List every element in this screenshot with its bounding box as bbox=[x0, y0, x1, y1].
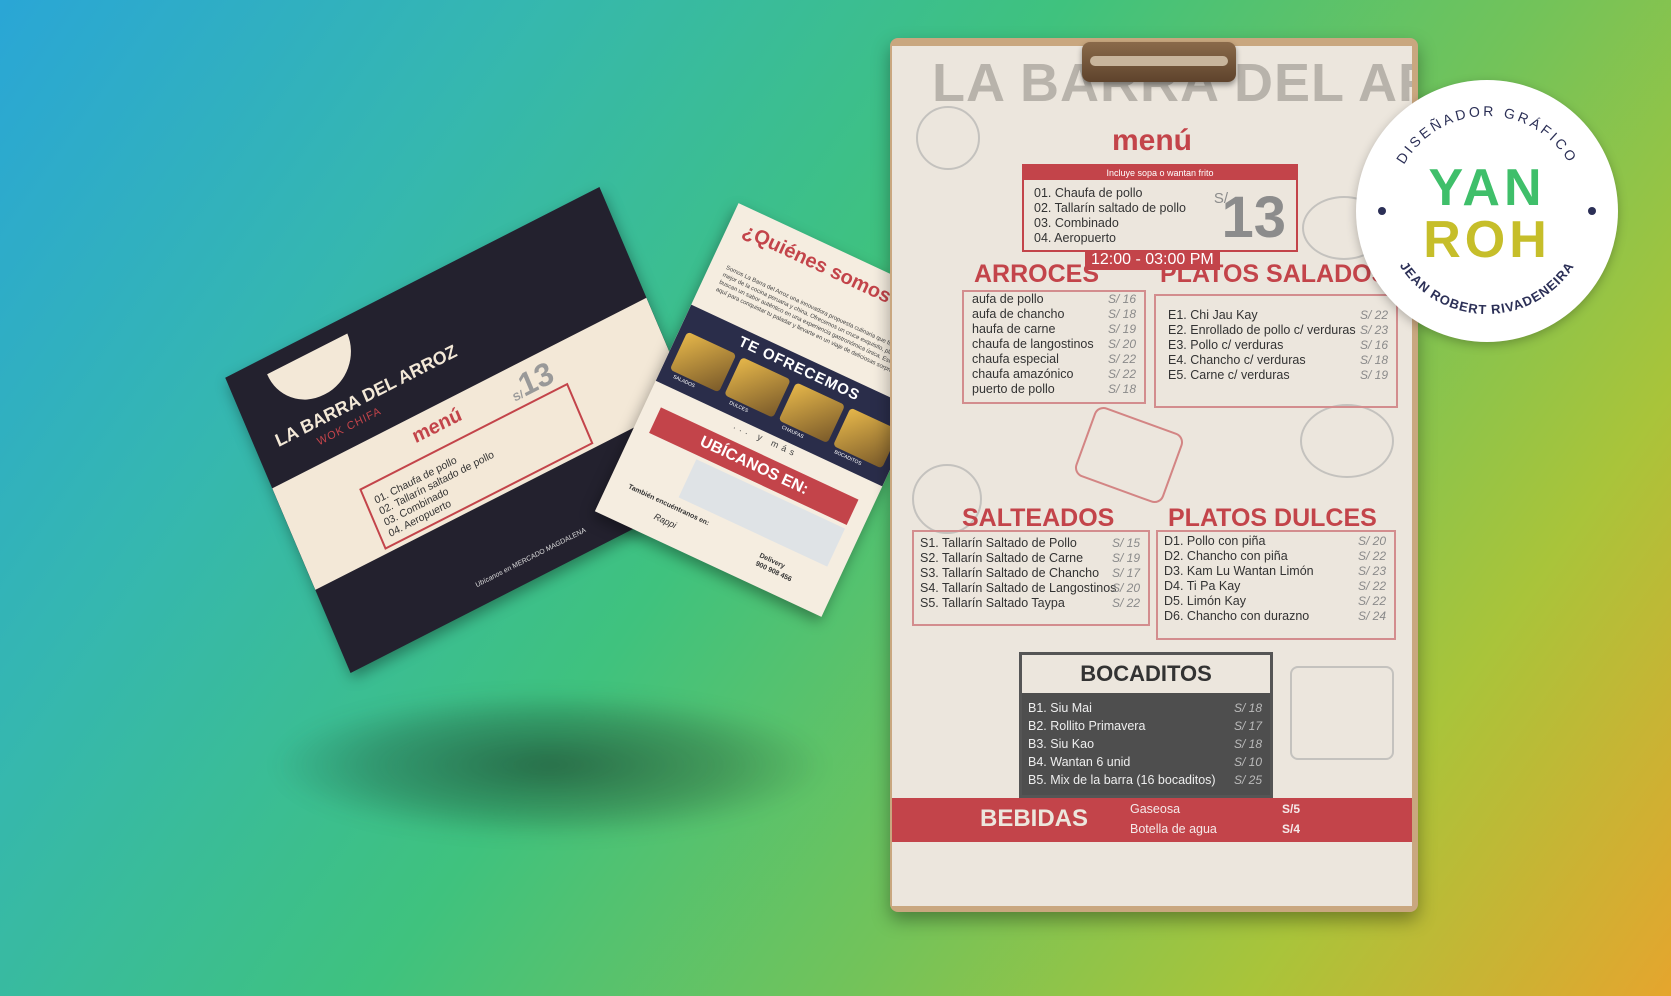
bocaditos-price: S/ 25 bbox=[1233, 773, 1262, 787]
dulces-price: S/ 22 bbox=[1358, 549, 1387, 563]
bocaditos-title: BOCADITOS bbox=[1022, 655, 1270, 693]
bebidas-price: S/4 bbox=[1282, 822, 1301, 836]
arroces-title: ARROCES bbox=[974, 260, 1100, 288]
combo-items: 01. Chaufa de pollo 02. Tallarín saltado… bbox=[1034, 186, 1186, 246]
dulces-price: S/ 22 bbox=[1358, 579, 1387, 593]
delivery-info: Delivery 900 908 456 bbox=[754, 551, 797, 584]
bocaditos-item: B5. Mix de la barra (16 bocaditos) bbox=[1028, 773, 1216, 787]
flyer-footer: Ubícanos en MERCADO MAGDALENA bbox=[474, 526, 588, 590]
shell-sketch-icon bbox=[1300, 404, 1394, 478]
salados-item: E5. Carne c/ verduras bbox=[1168, 368, 1290, 382]
dulces-item: D1. Pollo con piña bbox=[1164, 534, 1266, 548]
salados-price: S/ 18 bbox=[1360, 353, 1389, 367]
menu-paper: LA BARRA DEL ARROZ menú Incluye sopa o w… bbox=[892, 46, 1412, 906]
drop-shadow bbox=[270, 690, 830, 840]
combo-item: 03. Combinado bbox=[1034, 216, 1119, 230]
arroces-item: chaufa especial bbox=[972, 352, 1059, 366]
salteados-price: S/ 20 bbox=[1112, 581, 1141, 595]
bocaditos-price: S/ 10 bbox=[1233, 755, 1262, 769]
arroces-item: haufa de carne bbox=[972, 322, 1056, 336]
salteados-title: SALTEADOS bbox=[962, 504, 1115, 532]
bocaditos-item: B3. Siu Kao bbox=[1028, 737, 1095, 751]
combo-item: 04. Aeropuerto bbox=[1034, 231, 1117, 245]
badge-top-text: DISEÑADOR GRÁFICO bbox=[1393, 103, 1581, 167]
salteados-item: S4. Tallarín Saltado de Langostinos bbox=[920, 581, 1117, 595]
combo-price: 13 bbox=[1221, 185, 1286, 250]
dulces-item: D2. Chancho con piña bbox=[1164, 549, 1288, 563]
dumplings-sketch-icon bbox=[1290, 666, 1394, 760]
salteados-price: S/ 15 bbox=[1112, 536, 1141, 550]
dulces-item: D6. Chancho con durazno bbox=[1164, 609, 1310, 623]
arroces-price: S/ 19 bbox=[1108, 322, 1137, 336]
arroces-price: S/ 22 bbox=[1108, 367, 1137, 381]
salados-item: E4. Chancho c/ verduras bbox=[1168, 353, 1306, 367]
salteados-item: S2. Tallarín Saltado de Carne bbox=[920, 551, 1084, 565]
bebidas-price: S/5 bbox=[1282, 802, 1301, 816]
combo-note: Incluye sopa o wantan frito bbox=[1024, 166, 1296, 180]
dulces-price: S/ 23 bbox=[1358, 564, 1387, 578]
combo-item: 01. Chaufa de pollo bbox=[1034, 186, 1143, 200]
bocaditos-price: S/ 18 bbox=[1233, 737, 1262, 751]
dulces-price: S/ 20 bbox=[1358, 534, 1387, 548]
combo-item: 02. Tallarín saltado de pollo bbox=[1034, 201, 1186, 215]
platos-dulces-title: PLATOS DULCES bbox=[1168, 504, 1377, 532]
dulces-price: S/ 24 bbox=[1358, 609, 1387, 623]
bocaditos-box: BOCADITOS B1. Siu Mai S/ 18 B2. Rollito … bbox=[1019, 652, 1273, 798]
arroces-item: aufa de chancho bbox=[972, 307, 1065, 321]
salteados-price: S/ 19 bbox=[1112, 551, 1141, 565]
arroces-price: S/ 18 bbox=[1108, 307, 1137, 321]
dulces-item: D4. Ti Pa Kay bbox=[1164, 579, 1241, 593]
salteados-item: S5. Tallarín Saltado Taypa bbox=[920, 596, 1065, 610]
clipboard: LA BARRA DEL ARROZ menú Incluye sopa o w… bbox=[890, 38, 1418, 912]
combo-box: Incluye sopa o wantan frito 01. Chaufa d… bbox=[1022, 164, 1298, 252]
clipboard-clip bbox=[1082, 42, 1236, 82]
bebidas-item: Botella de agua bbox=[1130, 822, 1217, 836]
arroces-price: S/ 22 bbox=[1108, 352, 1137, 366]
salteados-price: S/ 22 bbox=[1112, 596, 1141, 610]
badge-line1: YAN bbox=[1428, 159, 1546, 217]
bocaditos-item: B4. Wantan 6 unid bbox=[1028, 755, 1131, 769]
salados-price: S/ 19 bbox=[1360, 368, 1389, 382]
combo-menu-label: menú bbox=[1111, 124, 1192, 157]
bebidas-item: Gaseosa bbox=[1130, 802, 1181, 816]
badge-line2: ROH bbox=[1423, 211, 1551, 269]
salteados-item: S3. Tallarín Saltado de Chancho bbox=[920, 566, 1100, 580]
salados-item: E1. Chi Jau Kay bbox=[1168, 308, 1258, 322]
arroces-item: chaufa amazónico bbox=[972, 367, 1074, 381]
salteados-item: S1. Tallarín Saltado de Pollo bbox=[920, 536, 1077, 550]
bebidas-title: BEBIDAS bbox=[980, 805, 1089, 832]
dulces-item: D3. Kam Lu Wantan Limón bbox=[1164, 564, 1314, 578]
plate-sketch-icon bbox=[1072, 404, 1186, 506]
salados-item: E2. Enrollado de pollo c/ verduras bbox=[1168, 323, 1356, 337]
arroces-price: S/ 20 bbox=[1108, 337, 1137, 351]
arroces-price: S/ 16 bbox=[1108, 292, 1137, 306]
bebidas-band: BEBIDAS Gaseosa S/5 Botella de agua S/4 bbox=[892, 798, 1412, 842]
bocaditos-price: S/ 17 bbox=[1233, 719, 1262, 733]
arroces-item: aufa de pollo bbox=[972, 292, 1044, 306]
arroces-item: chaufa de langostinos bbox=[972, 337, 1094, 351]
arroces-price: S/ 18 bbox=[1108, 382, 1137, 396]
arroces-item: puerto de pollo bbox=[972, 382, 1055, 396]
salados-item: E3. Pollo c/ verduras bbox=[1168, 338, 1284, 352]
salteados-price: S/ 17 bbox=[1112, 566, 1141, 580]
dulces-item: D5. Limón Kay bbox=[1164, 594, 1246, 608]
bocaditos-item: B2. Rollito Primavera bbox=[1028, 719, 1146, 733]
dulces-price: S/ 22 bbox=[1358, 594, 1387, 608]
designer-badge: DISEÑADOR GRÁFICO JEAN ROBERT RIVADENEIR… bbox=[1356, 80, 1618, 342]
rappi-logo: Rappi bbox=[652, 511, 678, 531]
platos-salados-title: PLATOS SALADOS bbox=[1160, 260, 1389, 288]
bocaditos-item: B1. Siu Mai bbox=[1028, 701, 1092, 715]
bocaditos-price: S/ 18 bbox=[1233, 701, 1262, 715]
